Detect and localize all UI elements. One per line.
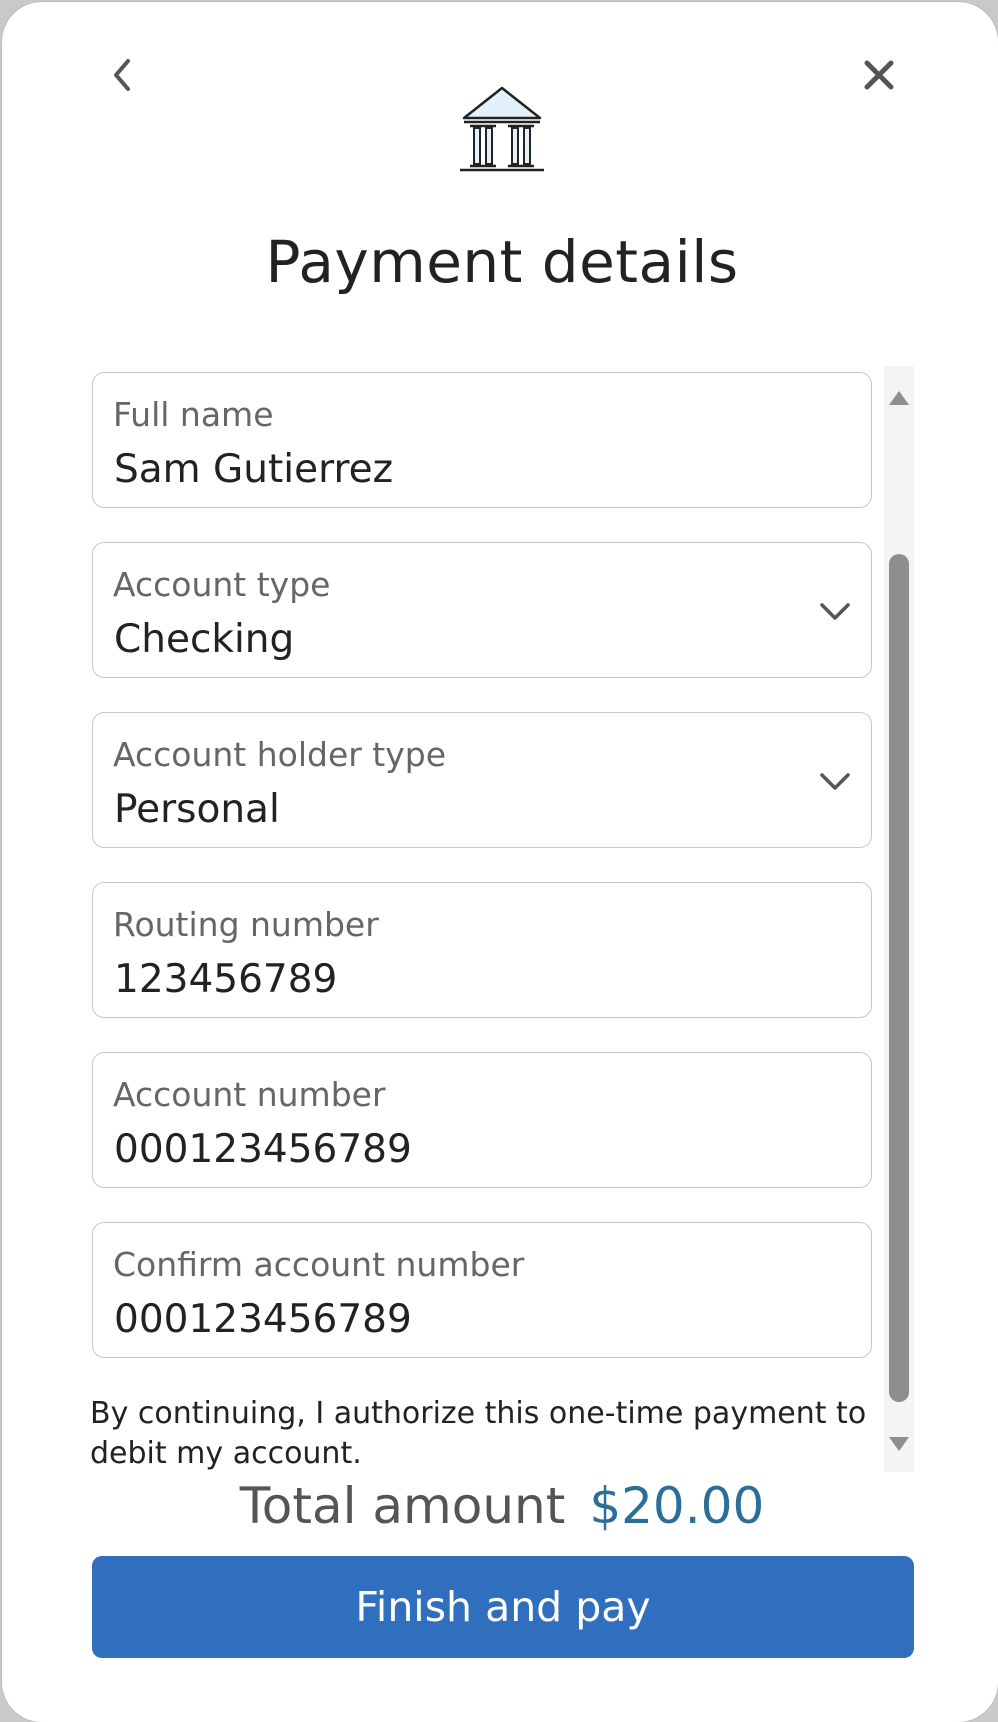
account-type-value[interactable]: Checking bbox=[114, 617, 294, 662]
routing-number-label: Routing number bbox=[113, 905, 379, 944]
total-amount-row: Total amount $20.00 bbox=[2, 1476, 998, 1536]
scroll-down-arrow-icon[interactable] bbox=[884, 1432, 914, 1456]
payment-dialog: Payment details Full name Sam Gutierrez … bbox=[2, 2, 998, 1722]
close-icon bbox=[864, 60, 894, 90]
authorization-text: By continuing, I authorize this one-time… bbox=[90, 1396, 867, 1471]
account-number-field[interactable]: Account number 000123456789 bbox=[92, 1052, 872, 1188]
account-holder-type-select[interactable]: Account holder type Personal bbox=[92, 712, 872, 848]
back-button[interactable] bbox=[100, 52, 146, 98]
close-button[interactable] bbox=[856, 52, 902, 98]
scroll-up-arrow-icon[interactable] bbox=[884, 386, 914, 410]
finish-and-pay-button[interactable]: Finish and pay bbox=[92, 1556, 914, 1658]
scrollbar[interactable] bbox=[884, 366, 914, 1472]
full-name-label: Full name bbox=[113, 395, 274, 434]
confirm-account-number-field[interactable]: Confirm account number 000123456789 bbox=[92, 1222, 872, 1358]
confirm-account-number-value[interactable]: 000123456789 bbox=[114, 1297, 412, 1342]
scrollbar-thumb[interactable] bbox=[889, 554, 909, 1402]
routing-number-value[interactable]: 123456789 bbox=[114, 957, 337, 1002]
routing-number-field[interactable]: Routing number 123456789 bbox=[92, 882, 872, 1018]
total-amount: $20.00 bbox=[589, 1477, 765, 1535]
confirm-account-number-label: Confirm account number bbox=[113, 1245, 525, 1284]
account-holder-type-label: Account holder type bbox=[113, 735, 447, 774]
full-name-field[interactable]: Full name Sam Gutierrez bbox=[92, 372, 872, 508]
account-holder-type-value[interactable]: Personal bbox=[114, 787, 280, 832]
chevron-down-icon[interactable] bbox=[817, 769, 853, 795]
form-scroll-area[interactable]: Full name Sam Gutierrez Account type Che… bbox=[90, 366, 914, 1472]
account-number-value[interactable]: 000123456789 bbox=[114, 1127, 412, 1172]
account-type-select[interactable]: Account type Checking bbox=[92, 542, 872, 678]
chevron-left-icon bbox=[114, 59, 130, 91]
total-label: Total amount bbox=[239, 1477, 566, 1535]
full-name-value[interactable]: Sam Gutierrez bbox=[114, 447, 393, 492]
account-number-label: Account number bbox=[113, 1075, 386, 1114]
chevron-down-icon[interactable] bbox=[817, 599, 853, 625]
page-title: Payment details bbox=[265, 228, 739, 296]
bank-icon bbox=[460, 86, 544, 172]
account-type-label: Account type bbox=[113, 565, 331, 604]
